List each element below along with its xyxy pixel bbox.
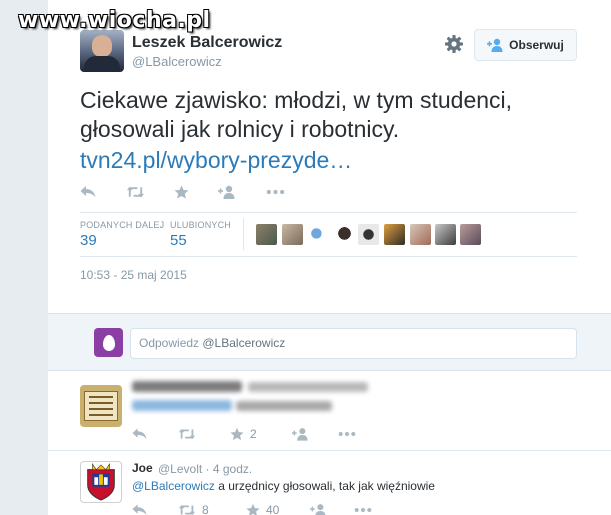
reply-body: a urzędnicy głosowali, tak jak więźniowi… bbox=[214, 479, 435, 493]
more-button[interactable] bbox=[266, 182, 285, 202]
more-icon bbox=[338, 432, 356, 436]
divider bbox=[80, 256, 577, 257]
follow-action-button[interactable] bbox=[292, 424, 309, 444]
retweet-icon bbox=[178, 505, 196, 515]
reply-mention-link[interactable]: @LBalcerowicz bbox=[132, 479, 215, 493]
follow-icon bbox=[292, 428, 308, 441]
reply-avatar[interactable] bbox=[80, 385, 122, 427]
reply-button[interactable] bbox=[132, 500, 147, 515]
retweet-icon bbox=[178, 429, 196, 439]
more-button[interactable] bbox=[354, 500, 372, 515]
reply-author-name[interactable]: Joe bbox=[132, 461, 153, 475]
star-icon bbox=[230, 427, 244, 441]
blurred-author-meta bbox=[248, 382, 368, 392]
retweet-count: 8 bbox=[202, 503, 209, 515]
more-icon bbox=[354, 508, 372, 512]
retweets-count[interactable]: 39 bbox=[80, 232, 97, 249]
retweet-button[interactable]: 8 bbox=[178, 500, 209, 515]
favoriter-avatar[interactable] bbox=[282, 224, 303, 245]
reply-actions: 2 bbox=[132, 424, 372, 444]
favoriter-avatar[interactable] bbox=[256, 224, 277, 245]
reply-icon bbox=[132, 428, 147, 440]
tweet-timestamp[interactable]: 10:53 - 25 maj 2015 bbox=[80, 268, 187, 282]
tweet-actions bbox=[80, 182, 320, 202]
favoriter-avatar[interactable] bbox=[435, 224, 456, 245]
reply-author-meta[interactable]: @Levolt · 4 godz. bbox=[158, 462, 252, 476]
divider bbox=[80, 212, 577, 213]
reply-icon bbox=[80, 186, 96, 198]
follow-action-button[interactable] bbox=[218, 182, 236, 202]
favoriter-avatar[interactable] bbox=[460, 224, 481, 245]
more-icon bbox=[266, 189, 285, 195]
favorite-button[interactable]: 2 bbox=[230, 424, 257, 444]
watermark: www.wiocha.pl bbox=[18, 8, 211, 33]
follow-button[interactable]: Obserwuj bbox=[474, 29, 577, 61]
favorite-count: 2 bbox=[250, 427, 257, 441]
stats-separator bbox=[243, 218, 244, 250]
author-avatar[interactable] bbox=[80, 30, 124, 72]
reply-actions: 8 40 bbox=[132, 500, 372, 515]
tweet-text-line1: Ciekawe zjawisko: młodzi, w tym studenci… bbox=[80, 87, 513, 113]
favorite-button[interactable]: 40 bbox=[246, 500, 279, 515]
reply-input[interactable]: Odpowiedz @LBalcerowicz bbox=[130, 328, 577, 359]
favoriter-avatar[interactable] bbox=[384, 224, 405, 245]
blurred-reply-text bbox=[236, 401, 332, 411]
user-avatar bbox=[94, 328, 123, 357]
retweets-label: PODANYCH DALEJ bbox=[80, 220, 165, 230]
reply-button[interactable] bbox=[80, 182, 96, 202]
blurred-mention bbox=[132, 400, 232, 411]
favorites-label: ULUBIONYCH bbox=[170, 220, 232, 230]
gear-icon[interactable] bbox=[444, 34, 464, 54]
author-name[interactable]: Leszek Balcerowicz bbox=[132, 34, 282, 52]
reply-text: @LBalcerowicz a urzędnicy głosowali, tak… bbox=[132, 479, 435, 493]
favorite-button[interactable] bbox=[174, 182, 189, 202]
star-icon bbox=[174, 185, 189, 199]
tweet-text: Ciekawe zjawisko: młodzi, w tym studenci… bbox=[80, 86, 580, 144]
favoriter-avatar[interactable] bbox=[308, 224, 329, 245]
tweet-text-line2: głosowali jak rolnicy i robotnicy. bbox=[80, 116, 400, 142]
follow-icon bbox=[310, 504, 326, 515]
divider bbox=[48, 450, 611, 451]
add-user-icon bbox=[487, 38, 503, 52]
favoriter-avatar[interactable] bbox=[334, 224, 355, 245]
reply-mention: @LBalcerowicz bbox=[202, 336, 286, 350]
egg-icon bbox=[102, 334, 115, 351]
favoriter-avatar[interactable] bbox=[410, 224, 431, 245]
retweet-button[interactable] bbox=[126, 182, 145, 202]
more-button[interactable] bbox=[338, 424, 356, 444]
tweet-link[interactable]: tvn24.pl/wybory-prezyde… bbox=[80, 146, 352, 175]
follow-action-button[interactable] bbox=[310, 500, 327, 515]
reply-button[interactable] bbox=[132, 424, 147, 444]
reply-icon bbox=[132, 504, 147, 515]
favorite-count: 40 bbox=[266, 503, 280, 515]
retweet-button[interactable] bbox=[178, 424, 196, 444]
star-icon bbox=[246, 503, 260, 515]
coat-of-arms-icon bbox=[87, 462, 115, 501]
reply-avatar[interactable] bbox=[80, 461, 122, 503]
follow-icon bbox=[218, 185, 235, 199]
favoriter-avatar[interactable] bbox=[358, 224, 379, 245]
favorites-count[interactable]: 55 bbox=[170, 232, 187, 249]
author-handle[interactable]: @LBalcerowicz bbox=[132, 54, 222, 69]
page-background bbox=[0, 0, 48, 515]
follow-button-label: Obserwuj bbox=[509, 38, 564, 52]
retweet-icon bbox=[126, 186, 145, 198]
blurred-author-name bbox=[132, 381, 242, 392]
reply-placeholder: Odpowiedz bbox=[139, 336, 203, 350]
